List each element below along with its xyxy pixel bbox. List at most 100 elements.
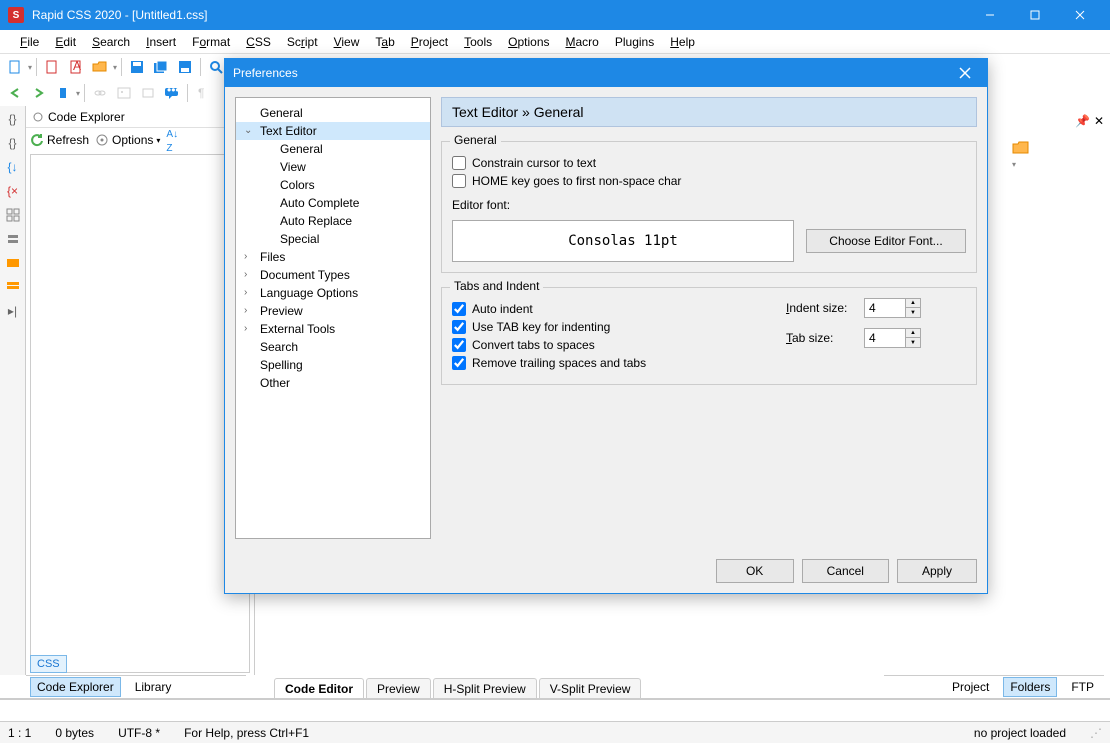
- menu-macro[interactable]: Macro: [558, 32, 607, 52]
- braces-icon[interactable]: {}: [4, 134, 22, 152]
- menu-tab[interactable]: Tab: [367, 32, 402, 52]
- menu-script[interactable]: Script: [279, 32, 326, 52]
- tree-te-autoreplace[interactable]: Auto Replace: [236, 212, 430, 230]
- grid-icon[interactable]: [4, 206, 22, 224]
- menu-file[interactable]: File: [12, 32, 47, 52]
- tree-te-autocomplete[interactable]: Auto Complete: [236, 194, 430, 212]
- css-badge[interactable]: CSS: [30, 655, 67, 673]
- tree-lang[interactable]: ›Language Options: [236, 284, 430, 302]
- tab-library[interactable]: Library: [129, 678, 178, 696]
- menu-tools[interactable]: Tools: [456, 32, 500, 52]
- menu-plugins[interactable]: Plugins: [607, 32, 662, 52]
- menu-search[interactable]: Search: [84, 32, 138, 52]
- tree-preview[interactable]: ›Preview: [236, 302, 430, 320]
- tree-ext-tools[interactable]: ›External Tools: [236, 320, 430, 338]
- tree-files[interactable]: ›Files: [236, 248, 430, 266]
- bookmark-icon[interactable]: [52, 82, 74, 104]
- tab-hsplit[interactable]: H-Split Preview: [433, 678, 537, 699]
- minimize-button[interactable]: [967, 0, 1012, 30]
- menu-format[interactable]: Format: [184, 32, 238, 52]
- dialog-close-button[interactable]: [951, 59, 979, 87]
- tab-down-icon[interactable]: ▼: [906, 338, 920, 347]
- chk-convert-tabs[interactable]: [452, 338, 466, 352]
- collapse-icon[interactable]: ▸|: [4, 302, 22, 320]
- menu-view[interactable]: View: [326, 32, 368, 52]
- tree-general[interactable]: General: [236, 104, 430, 122]
- doc-red-icon[interactable]: [41, 56, 63, 78]
- image-icon[interactable]: [113, 82, 135, 104]
- tree-other[interactable]: Other: [236, 374, 430, 392]
- media-icon[interactable]: [137, 82, 159, 104]
- chk-homekey[interactable]: [452, 174, 466, 188]
- menu-options[interactable]: Options: [500, 32, 557, 52]
- close-panel-icon[interactable]: ✕: [1094, 114, 1104, 128]
- tab-folders[interactable]: Folders: [1003, 677, 1057, 697]
- orange-list-icon[interactable]: [4, 278, 22, 296]
- group-general: General Constrain cursor to text HOME ke…: [441, 141, 977, 273]
- chk-use-tab[interactable]: [452, 320, 466, 334]
- back-icon[interactable]: [4, 82, 26, 104]
- font-preview: Consolas 11pt: [452, 220, 794, 262]
- save-icon[interactable]: [126, 56, 148, 78]
- tree-te-general[interactable]: General: [236, 140, 430, 158]
- apply-button[interactable]: Apply: [897, 559, 977, 583]
- pin-icon[interactable]: 📌: [1075, 114, 1090, 128]
- orange-block-icon[interactable]: [4, 254, 22, 272]
- resize-grip-icon[interactable]: ⋰: [1090, 726, 1102, 740]
- chk-auto-indent[interactable]: [452, 302, 466, 316]
- options-button[interactable]: Options ▾: [95, 133, 160, 147]
- forward-icon[interactable]: [28, 82, 50, 104]
- tree-doctypes[interactable]: ›Document Types: [236, 266, 430, 284]
- indent-size-input[interactable]: [865, 299, 905, 317]
- tab-code-explorer[interactable]: Code Explorer: [30, 677, 121, 697]
- maximize-button[interactable]: [1012, 0, 1057, 30]
- braces-x-icon[interactable]: {×: [4, 182, 22, 200]
- tree-te-colors[interactable]: Colors: [236, 176, 430, 194]
- tab-up-icon[interactable]: ▲: [906, 329, 920, 338]
- stack-icon[interactable]: [4, 230, 22, 248]
- indent-down-icon[interactable]: ▼: [906, 308, 920, 317]
- menu-help[interactable]: Help: [662, 32, 703, 52]
- tab-ftp[interactable]: FTP: [1065, 678, 1100, 696]
- tab-project[interactable]: Project: [946, 678, 995, 696]
- tab-size-input[interactable]: [865, 329, 905, 347]
- tree-spelling[interactable]: Spelling: [236, 356, 430, 374]
- lbl-auto-indent: Auto indent: [472, 302, 533, 316]
- save-all-icon[interactable]: [150, 56, 172, 78]
- group-general-title: General: [450, 133, 501, 147]
- new-file-icon[interactable]: [4, 56, 26, 78]
- choose-font-button[interactable]: Choose Editor Font...: [806, 229, 966, 253]
- panel-body[interactable]: [30, 154, 250, 673]
- sort-button[interactable]: A↓Z: [166, 126, 178, 154]
- menu-project[interactable]: Project: [403, 32, 456, 52]
- tab-code-editor[interactable]: Code Editor: [274, 678, 364, 699]
- comment-icon[interactable]: •••: [161, 82, 183, 104]
- group-tabs-title: Tabs and Indent: [450, 279, 543, 293]
- tree-te-view[interactable]: View: [236, 158, 430, 176]
- save-as-icon[interactable]: [174, 56, 196, 78]
- chk-remove-trailing[interactable]: [452, 356, 466, 370]
- paragraph-icon[interactable]: ¶: [192, 82, 214, 104]
- ok-button[interactable]: OK: [716, 559, 794, 583]
- group-tabs-indent: Tabs and Indent Auto indent Use TAB key …: [441, 287, 977, 385]
- chk-constrain[interactable]: [452, 156, 466, 170]
- tree-search[interactable]: Search: [236, 338, 430, 356]
- folder-open-icon[interactable]: [89, 56, 111, 78]
- menu-insert[interactable]: Insert: [138, 32, 184, 52]
- braces-down-icon[interactable]: {↓: [4, 158, 22, 176]
- braces-gear-icon[interactable]: {}: [4, 110, 22, 128]
- menu-css[interactable]: CSS: [238, 32, 279, 52]
- link-icon[interactable]: [89, 82, 111, 104]
- doc-a-icon[interactable]: A: [65, 56, 87, 78]
- close-button[interactable]: [1057, 0, 1102, 30]
- tree-te-special[interactable]: Special: [236, 230, 430, 248]
- indent-up-icon[interactable]: ▲: [906, 299, 920, 308]
- tab-preview[interactable]: Preview: [366, 678, 431, 699]
- cancel-button[interactable]: Cancel: [802, 559, 889, 583]
- menu-edit[interactable]: Edit: [47, 32, 84, 52]
- preferences-tree[interactable]: General ⌄Text Editor General View Colors…: [235, 97, 431, 539]
- folder-dropdown-icon[interactable]: ▾: [1012, 140, 1032, 170]
- tree-text-editor[interactable]: ⌄Text Editor: [236, 122, 430, 140]
- tab-vsplit[interactable]: V-Split Preview: [539, 678, 642, 699]
- refresh-button[interactable]: Refresh: [30, 133, 89, 147]
